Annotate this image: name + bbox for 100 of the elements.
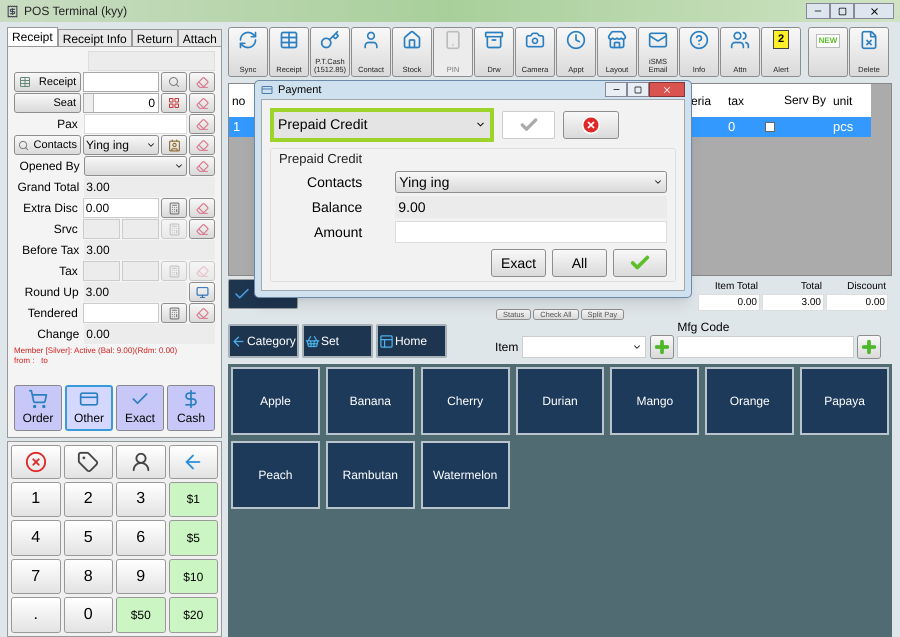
seat-spinner[interactable]: 0 [83, 93, 159, 113]
add-mfg-code-button[interactable] [857, 335, 882, 359]
keypad-key[interactable] [11, 445, 60, 479]
calculator-button[interactable] [161, 198, 187, 218]
keypad-key[interactable]: 1 [11, 482, 60, 518]
keypad-key[interactable]: $10 [168, 558, 218, 594]
maximize-button[interactable] [830, 3, 854, 19]
input-field[interactable] [122, 261, 160, 281]
input-field[interactable] [122, 219, 160, 239]
monitor-icon [196, 286, 208, 298]
tab[interactable]: Attach [178, 29, 222, 46]
eraser-icon [196, 96, 208, 110]
receipt-button[interactable]: Receipt [14, 72, 82, 92]
contact-dropdown[interactable]: Ying ing [82, 135, 159, 155]
keypad-key[interactable]: 2 [64, 482, 113, 518]
keypad-key[interactable]: 4 [11, 520, 60, 556]
ok-button[interactable] [613, 249, 667, 277]
keypad-key[interactable]: 5 [64, 520, 113, 556]
mfg-code-field[interactable] [677, 336, 854, 358]
product-tile[interactable]: Durian [516, 367, 604, 435]
eraser-button[interactable] [189, 114, 215, 134]
product-tile[interactable]: Mango [610, 367, 700, 435]
product-tile[interactable]: Banana [326, 367, 415, 435]
eraser-button[interactable] [189, 198, 215, 218]
keypad-key[interactable]: 8 [64, 558, 113, 594]
eraser-icon [196, 76, 208, 88]
opened-by-dropdown[interactable] [84, 156, 187, 176]
payment-method-dropdown[interactable]: Prepaid Credit [270, 108, 494, 142]
item-dropdown[interactable] [522, 336, 646, 358]
input-field[interactable] [82, 219, 120, 239]
seat-map-button[interactable] [161, 93, 187, 113]
keypad-key[interactable]: $20 [168, 597, 218, 633]
product-tile[interactable]: Cherry [420, 367, 510, 435]
pax-field[interactable] [84, 114, 187, 134]
keypad-key[interactable]: 0 [64, 597, 113, 633]
eraser-button[interactable] [189, 93, 215, 113]
keypad-key[interactable]: 7 [11, 558, 60, 594]
tab[interactable]: Receipt Info [58, 29, 132, 46]
tab[interactable]: Return [132, 29, 178, 46]
field-label: Change [36, 326, 80, 343]
payment-method-button[interactable]: Order [14, 385, 62, 431]
calculator-icon [168, 264, 181, 278]
keypad-key[interactable] [64, 445, 113, 479]
contact-dropdown[interactable]: Ying ing [395, 171, 667, 193]
product-tile[interactable]: Peach [231, 441, 320, 509]
seat-button[interactable]: Seat [14, 93, 82, 113]
category-nav-button[interactable]: Set [302, 324, 373, 358]
eraser-button[interactable] [189, 156, 215, 176]
product-tile[interactable]: Apple [231, 367, 320, 435]
keypad-key[interactable]: 9 [116, 558, 166, 594]
dialog-button[interactable]: Exact [491, 249, 546, 277]
tab[interactable]: Receipt [7, 27, 58, 46]
keypad-key[interactable]: $1 [168, 482, 218, 518]
input-field[interactable] [82, 303, 159, 323]
input-field[interactable]: 0.00 [82, 198, 159, 218]
table-cell-text: 0 [727, 118, 736, 136]
add-item-button[interactable] [650, 335, 674, 359]
readonly-field: 0.00 [84, 324, 215, 344]
display-button[interactable] [189, 282, 215, 302]
checkbox[interactable] [765, 122, 775, 132]
keypad-key[interactable]: 6 [116, 520, 166, 556]
totals-header: Item Total [714, 280, 759, 294]
member-note: Member [Silver]: Active (Bal: 9.00)(Rdm: 0.00) [14, 346, 178, 356]
input-field[interactable] [82, 261, 120, 281]
totals-header: Discount [846, 280, 887, 294]
keypad-key[interactable]: $5 [168, 520, 218, 556]
keypad-key[interactable]: 3 [116, 482, 166, 518]
confirm-method-button[interactable] [502, 110, 555, 138]
product-tile[interactable]: Rambutan [326, 441, 415, 509]
product-tile[interactable]: Watermelon [420, 441, 510, 509]
eraser-button[interactable] [189, 135, 215, 155]
totals-header: Total [800, 280, 823, 294]
window-title: POS Terminal (kyy) [24, 3, 128, 20]
dialog-button[interactable]: All [552, 249, 607, 277]
eraser-button[interactable] [189, 219, 216, 239]
cancel-icon [581, 114, 601, 134]
calculator-icon [168, 306, 180, 320]
contact-card-button[interactable] [161, 135, 187, 155]
search-button[interactable] [161, 72, 187, 92]
receipt-field[interactable] [83, 72, 159, 92]
product-tile[interactable]: Orange [705, 367, 794, 435]
category-nav-button[interactable]: Home [376, 324, 447, 358]
payment-method-button[interactable]: Other [64, 385, 114, 431]
keypad-key[interactable]: . [11, 597, 60, 633]
close-button[interactable] [854, 3, 894, 19]
payment-method-button[interactable]: Cash [167, 385, 215, 431]
close-button[interactable] [649, 82, 685, 98]
keypad-key[interactable] [116, 445, 166, 479]
product-tile[interactable]: Papaya [800, 367, 889, 435]
category-nav-button[interactable]: Category [228, 324, 299, 358]
eraser-button[interactable] [189, 303, 215, 323]
amount-field[interactable] [395, 221, 667, 243]
payment-method-button[interactable]: Exact [116, 385, 164, 431]
eraser-button[interactable] [189, 72, 215, 92]
drawer-icon [484, 30, 504, 50]
calculator-button[interactable] [161, 303, 187, 323]
keypad-key[interactable]: $50 [116, 597, 166, 633]
contacts-button[interactable]: Contacts [14, 135, 81, 155]
maximize-button[interactable] [627, 82, 649, 98]
cancel-button[interactable] [563, 110, 619, 138]
